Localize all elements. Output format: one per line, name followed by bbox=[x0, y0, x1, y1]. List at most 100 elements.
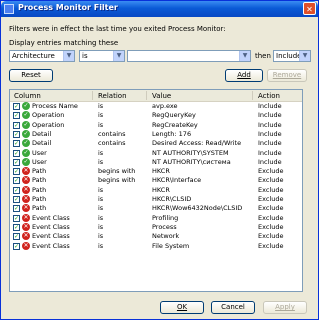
row-action: Exclude bbox=[258, 232, 284, 241]
header-divider[interactable] bbox=[146, 91, 147, 100]
table-row[interactable]: ✓ ✕ Event Class is Process Exclude bbox=[10, 222, 302, 232]
row-column: Event Class bbox=[32, 232, 70, 241]
close-icon[interactable]: ✕ bbox=[303, 2, 316, 15]
row-checkbox[interactable]: ✓ bbox=[13, 130, 20, 138]
chevron-down-icon[interactable]: ▼ bbox=[63, 51, 74, 61]
row-checkbox[interactable]: ✓ bbox=[13, 233, 20, 241]
value-combo[interactable]: ▼ bbox=[127, 50, 251, 62]
row-relation: is bbox=[98, 185, 104, 194]
include-icon: ✓ bbox=[22, 120, 30, 129]
remove-button[interactable]: Remove bbox=[267, 69, 307, 82]
row-checkbox[interactable]: ✓ bbox=[13, 158, 20, 166]
table-row[interactable]: ✓ ✕ Path is HKCR\Wow6432Node\CLSID Exclude bbox=[10, 204, 302, 213]
header-value[interactable]: Value bbox=[152, 92, 171, 100]
row-relation: is bbox=[98, 241, 104, 250]
table-row[interactable]: ✓ ✓ Operation is RegQueryKey Include bbox=[10, 111, 302, 120]
row-value: RegQueryKey bbox=[152, 111, 196, 120]
row-action: Exclude bbox=[258, 195, 284, 203]
row-action: Include bbox=[258, 157, 282, 166]
exclude-icon: ✕ bbox=[22, 222, 30, 231]
table-row[interactable]: ✓ ✕ Event Class is File System Exclude bbox=[10, 241, 302, 251]
table-row[interactable]: ✓ ✕ Path begins with HKCR\Interface Exclude bbox=[10, 176, 302, 185]
row-value: Network bbox=[152, 232, 180, 241]
row-column: Detail bbox=[32, 129, 52, 138]
ok-button[interactable]: OK bbox=[160, 301, 204, 314]
row-checkbox[interactable]: ✓ bbox=[13, 177, 20, 185]
table-row[interactable]: ✓ ✓ Detail contains Length: 176 Include bbox=[10, 129, 302, 139]
chevron-down-icon[interactable]: ▼ bbox=[239, 51, 250, 61]
header-column[interactable]: Column bbox=[14, 92, 41, 100]
row-value: HKCR\CLSID bbox=[152, 195, 192, 203]
row-checkbox[interactable]: ✓ bbox=[13, 140, 20, 148]
add-button-label: Add bbox=[237, 71, 251, 79]
row-action: Exclude bbox=[258, 176, 284, 185]
row-value: Process bbox=[152, 222, 177, 231]
apply-button[interactable]: Apply bbox=[263, 301, 307, 314]
include-icon: ✓ bbox=[22, 111, 30, 120]
row-checkbox[interactable]: ✓ bbox=[13, 168, 20, 176]
row-column: Path bbox=[32, 185, 47, 194]
include-icon: ✓ bbox=[22, 102, 30, 110]
chevron-down-icon[interactable]: ▼ bbox=[299, 51, 310, 61]
table-row[interactable]: ✓ ✕ Path is HKCR Exclude bbox=[10, 185, 302, 195]
reset-button[interactable]: Reset bbox=[9, 69, 53, 82]
row-checkbox[interactable]: ✓ bbox=[13, 112, 20, 120]
relation-select[interactable]: is ▼ bbox=[79, 50, 125, 62]
exclude-icon: ✕ bbox=[22, 241, 30, 250]
intro-text: Filters were in effect the last time you… bbox=[9, 25, 226, 33]
chevron-down-icon[interactable]: ▼ bbox=[113, 51, 124, 61]
filter-dialog: Process Monitor Filter ✕ Filters were in… bbox=[0, 0, 319, 320]
table-row[interactable]: ✓ ✕ Path begins with HKCR Exclude bbox=[10, 167, 302, 176]
row-action: Include bbox=[258, 129, 282, 138]
row-value: NT AUTHORITY\SYSTEM bbox=[152, 148, 229, 157]
action-select[interactable]: Include ▼ bbox=[273, 50, 311, 62]
table-row[interactable]: ✓ ✓ Process Name is avp.exe Include bbox=[10, 102, 302, 111]
row-action: Include bbox=[258, 111, 282, 120]
table-row[interactable]: ✓ ✕ Path is HKCR\CLSID Exclude bbox=[10, 195, 302, 204]
row-relation: is bbox=[98, 222, 104, 231]
display-label: Display entries matching these bbox=[9, 39, 119, 47]
header-action[interactable]: Action bbox=[258, 92, 280, 100]
row-checkbox[interactable]: ✓ bbox=[13, 196, 20, 203]
row-checkbox[interactable]: ✓ bbox=[13, 242, 20, 250]
row-checkbox[interactable]: ✓ bbox=[13, 186, 20, 194]
header-divider[interactable] bbox=[252, 91, 253, 100]
row-checkbox[interactable]: ✓ bbox=[13, 149, 20, 157]
then-label: then bbox=[255, 52, 271, 60]
filter-list[interactable]: Column Relation Value Action ✓ ✓ Process N… bbox=[9, 89, 303, 292]
row-checkbox[interactable]: ✓ bbox=[13, 214, 20, 222]
row-value: File System bbox=[152, 241, 190, 250]
table-row[interactable]: ✓ ✓ Detail contains Desired Access: Read/Wri… bbox=[10, 139, 302, 148]
row-value: Desired Access: Read/Write bbox=[152, 139, 242, 148]
row-column: Event Class bbox=[32, 241, 70, 250]
add-button[interactable]: Add bbox=[225, 69, 263, 82]
title-bar[interactable]: Process Monitor Filter ✕ bbox=[1, 1, 318, 17]
exclude-icon: ✕ bbox=[22, 232, 30, 241]
header-divider[interactable] bbox=[92, 91, 93, 100]
row-checkbox[interactable]: ✓ bbox=[13, 223, 20, 231]
ok-button-label: OK bbox=[176, 303, 188, 311]
table-row[interactable]: ✓ ✓ User is NT AUTHORITY\система Include bbox=[10, 157, 302, 167]
row-action: Include bbox=[258, 148, 282, 157]
row-relation: begins with bbox=[98, 176, 136, 185]
cancel-button[interactable]: Cancel bbox=[211, 301, 255, 314]
row-value: HKCR bbox=[152, 167, 170, 176]
row-column: User bbox=[32, 148, 47, 157]
row-checkbox[interactable]: ✓ bbox=[13, 103, 20, 110]
row-value: Profiling bbox=[152, 213, 179, 222]
row-checkbox[interactable]: ✓ bbox=[13, 121, 20, 129]
include-icon: ✓ bbox=[22, 129, 30, 138]
row-relation: is bbox=[98, 148, 104, 157]
row-value: RegCreateKey bbox=[152, 120, 198, 129]
row-value: Length: 176 bbox=[152, 129, 192, 138]
table-row[interactable]: ✓ ✕ Event Class is Network Exclude bbox=[10, 232, 302, 241]
table-row[interactable]: ✓ ✓ Operation is RegCreateKey Include bbox=[10, 120, 302, 130]
row-checkbox[interactable]: ✓ bbox=[13, 205, 20, 213]
header-relation[interactable]: Relation bbox=[98, 92, 127, 100]
apply-button-label: Apply bbox=[275, 303, 295, 311]
row-column: Path bbox=[32, 167, 47, 176]
column-select[interactable]: Architecture ▼ bbox=[9, 50, 75, 62]
table-row[interactable]: ✓ ✕ Event Class is Profiling Exclude bbox=[10, 213, 302, 223]
table-row[interactable]: ✓ ✓ User is NT AUTHORITY\SYSTEM Include bbox=[10, 148, 302, 158]
row-value: HKCR\Wow6432Node\CLSID bbox=[152, 204, 243, 213]
